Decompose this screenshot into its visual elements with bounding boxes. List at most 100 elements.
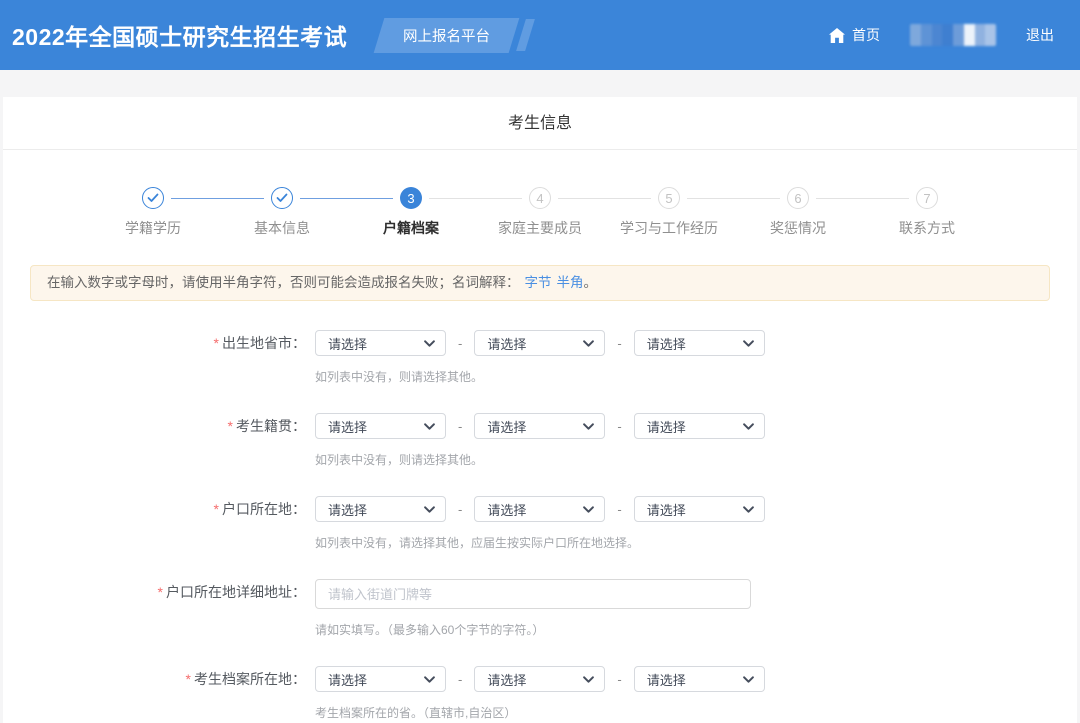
form-row-birthplace: * 出生地省市： 请选择 - 请选择 - 请选择 如列表中没有，则请选择其他。 [3, 330, 1077, 386]
chevron-down-icon [583, 422, 595, 430]
chevron-down-icon [742, 675, 754, 683]
logout-link[interactable]: 退出 [1026, 25, 1054, 45]
step-lianxi-fangshi: 7 联系方式 [863, 187, 992, 238]
step-label: 联系方式 [899, 220, 955, 236]
link-byte[interactable]: 字节 [525, 275, 552, 290]
required-mark: * [213, 335, 219, 351]
step-label: 学籍学历 [125, 220, 181, 236]
field-hint: 如列表中没有，请选择其他，应届生按实际户口所在地选择。 [315, 536, 640, 550]
field-label: * 出生地省市： [213, 335, 306, 351]
native-place-city-select[interactable]: 请选择 [474, 413, 606, 439]
field-label: * 户口所在地详细地址： [157, 584, 306, 600]
form-row-hukou-address: *户口所在地详细地址： 请如实填写。（最多输入60个字节的字符。） [3, 579, 1077, 639]
hukou-province-select[interactable]: 请选择 [315, 496, 446, 522]
required-mark: * [227, 418, 233, 434]
field-hint: 如列表中没有，则请选择其他。 [315, 370, 484, 384]
app-title: 2022年全国硕士研究生招生考试 [12, 24, 348, 50]
step-huji-dangan-current: 3 户籍档案 [347, 187, 522, 238]
archive-province-select[interactable]: 请选择 [315, 666, 446, 692]
platform-badge: 网上报名平台 [373, 17, 520, 53]
separator: - [617, 418, 622, 434]
notice-text: 在输入数字或字母时，请使用半角字符，否则可能会造成报名失败；名词解释： [47, 275, 520, 290]
native-place-county-select[interactable]: 请选择 [633, 413, 765, 439]
field-controls: 请选择 - 请选择 - 请选择 如列表中没有，请选择其他，应届生按实际户口所在地… [315, 496, 1077, 552]
hukou-county-select[interactable]: 请选择 [633, 496, 765, 522]
required-mark: * [157, 584, 163, 600]
hukou-detail-address-input[interactable] [315, 579, 751, 609]
check-icon [142, 187, 164, 209]
field-label: * 考生籍贯： [227, 418, 306, 434]
separator: - [617, 335, 622, 351]
chevron-down-icon [424, 339, 435, 347]
chevron-down-icon [742, 422, 754, 430]
header-nav: 首页 退出 [829, 24, 1054, 46]
chevron-down-icon [424, 422, 435, 430]
username-redacted [910, 24, 996, 46]
step-number: 6 [787, 187, 809, 209]
archive-county-select[interactable]: 请选择 [633, 666, 765, 692]
field-hint: 请如实填写。（最多输入60个字节的字符。） [315, 623, 545, 637]
required-mark: * [185, 671, 191, 687]
chevron-down-icon [742, 339, 754, 347]
chevron-down-icon [424, 675, 435, 683]
step-label: 户籍档案 [383, 220, 439, 236]
step-number: 3 [400, 187, 422, 209]
step-label: 家庭主要成员 [498, 220, 582, 236]
separator: - [617, 501, 622, 517]
nav-home-link[interactable]: 首页 [829, 25, 880, 45]
step-label: 学习与工作经历 [620, 220, 718, 236]
field-controls: 请选择 - 请选择 - 请选择 考生档案所在的省。（直辖市,自治区） [315, 666, 1077, 722]
separator: - [458, 335, 463, 351]
separator: - [458, 501, 463, 517]
badge-decoration [516, 19, 536, 51]
chevron-down-icon [742, 505, 754, 513]
form-row-native-place: * 考生籍贯： 请选择 - 请选择 - 请选择 如列表中没有，则请选择其他。 [3, 413, 1077, 469]
chevron-down-icon [583, 339, 595, 347]
nav-home-label: 首页 [852, 27, 880, 43]
home-icon [829, 27, 845, 43]
separator: - [617, 671, 622, 687]
field-controls: 请选择 - 请选择 - 请选择 如列表中没有，则请选择其他。 [315, 413, 1077, 469]
step-xueji-xueli: 学籍学历 [89, 187, 264, 238]
hukou-city-select[interactable]: 请选择 [474, 496, 606, 522]
step-xuexi-gongzuo: 5 学习与工作经历 [605, 187, 780, 238]
archive-city-select[interactable]: 请选择 [474, 666, 606, 692]
separator: - [458, 671, 463, 687]
step-label: 基本信息 [254, 220, 310, 236]
candidate-info-card: 考生信息 学籍学历 基本信息 3 户籍档案 4 家庭主要成员 5 学习与工作经历 [3, 97, 1077, 723]
step-number: 5 [658, 187, 680, 209]
app-header: 2022年全国硕士研究生招生考试 网上报名平台 首页 退出 [0, 0, 1080, 70]
form-row-archive-location: * 考生档案所在地： 请选择 - 请选择 - 请选择 考生档案所在的省。（直辖市… [3, 666, 1077, 722]
field-label: * 考生档案所在地： [185, 671, 306, 687]
header-left: 2022年全国硕士研究生招生考试 网上报名平台 [12, 17, 536, 53]
section-title: 考生信息 [3, 97, 1077, 150]
chevron-down-icon [583, 675, 595, 683]
birthplace-city-select[interactable]: 请选择 [474, 330, 606, 356]
chevron-down-icon [424, 505, 435, 513]
field-hint: 考生档案所在的省。（直辖市,自治区） [315, 706, 517, 720]
step-label: 奖惩情况 [770, 220, 826, 236]
step-number: 4 [529, 187, 551, 209]
birthplace-province-select[interactable]: 请选择 [315, 330, 446, 356]
field-controls: 请选择 - 请选择 - 请选择 如列表中没有，则请选择其他。 [315, 330, 1077, 386]
step-jiating-chengyuan: 4 家庭主要成员 [476, 187, 651, 238]
step-jiangcheng-qingkuang: 6 奖惩情况 [734, 187, 909, 238]
birthplace-county-select[interactable]: 请选择 [633, 330, 765, 356]
step-number: 7 [916, 187, 938, 209]
native-place-province-select[interactable]: 请选择 [315, 413, 446, 439]
link-halfwidth[interactable]: 半角 [557, 275, 584, 290]
field-controls: 请如实填写。（最多输入60个字节的字符。） [315, 579, 1077, 639]
stepper: 学籍学历 基本信息 3 户籍档案 4 家庭主要成员 5 学习与工作经历 6 奖惩… [89, 187, 992, 238]
separator: - [458, 418, 463, 434]
form-row-hukou-location: * 户口所在地： 请选择 - 请选择 - 请选择 如列表中没有，请选择其他，应届… [3, 496, 1077, 552]
check-icon [271, 187, 293, 209]
field-label: * 户口所在地： [213, 501, 306, 517]
required-mark: * [213, 501, 219, 517]
platform-badge-label: 网上报名平台 [403, 28, 491, 45]
field-hint: 如列表中没有，则请选择其他。 [315, 453, 484, 467]
halfwidth-notice-bar: 在输入数字或字母时，请使用半角字符，否则可能会造成报名失败；名词解释： 字节 半角。 [30, 265, 1050, 301]
chevron-down-icon [583, 505, 595, 513]
step-jiben-xinxi: 基本信息 [218, 187, 393, 238]
huji-dangan-form: * 出生地省市： 请选择 - 请选择 - 请选择 如列表中没有，则请选择其他。 … [3, 330, 1077, 722]
notice-suffix: 。 [583, 275, 598, 290]
